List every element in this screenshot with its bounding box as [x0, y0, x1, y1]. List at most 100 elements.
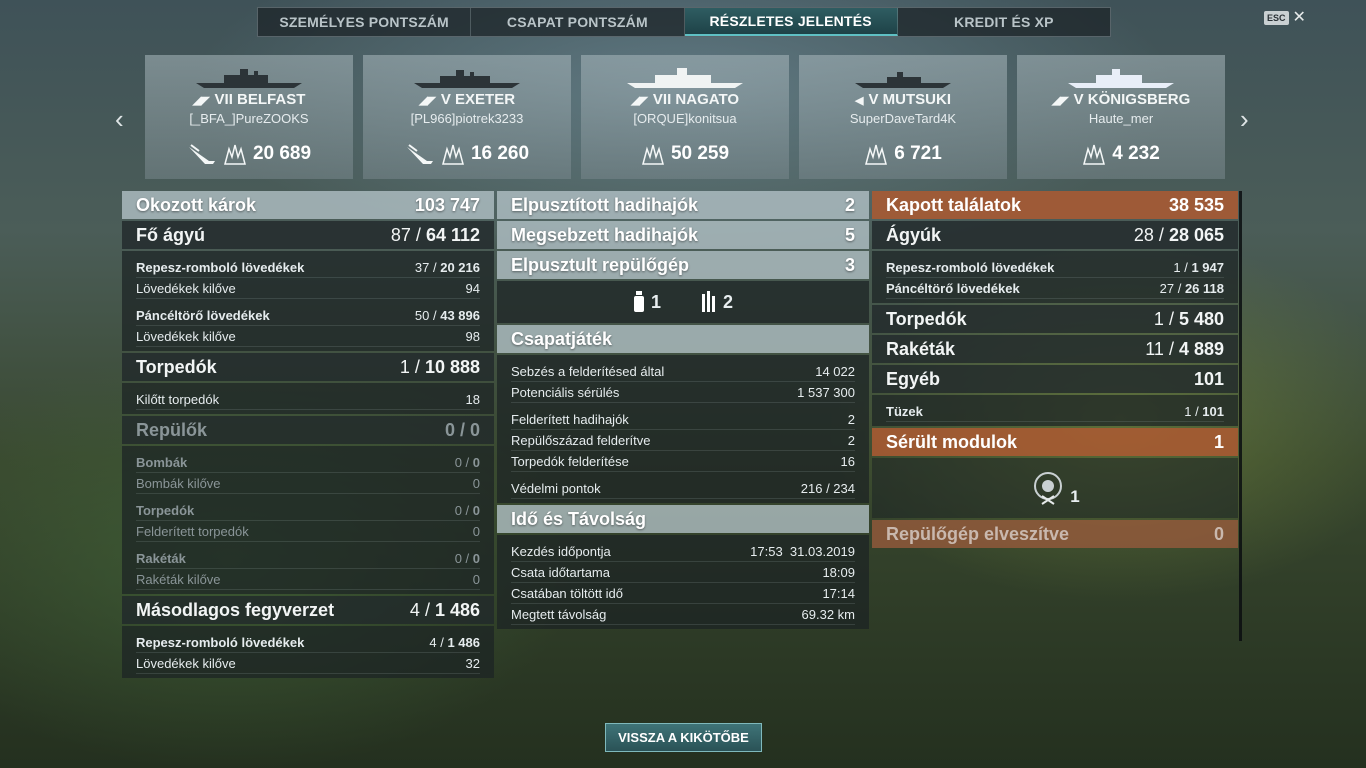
stat-row: Rakéták 0 / 0 — [136, 548, 480, 569]
other-received-header: Egyéb 101 — [872, 365, 1238, 393]
ships-destroyed-header: Elpusztított hadihajók 2 — [497, 191, 869, 219]
hits-received-header: Kapott találatok 38 535 — [872, 191, 1238, 219]
ship-name: ◢◤ VII BELFAST — [192, 91, 306, 108]
stat-row: Torpedók 0 / 0 — [136, 500, 480, 521]
tab-credits-xp[interactable]: KREDIT ÉS XP — [898, 8, 1110, 36]
damage-row: 20 689 — [145, 143, 353, 165]
ship-silhouette-icon — [581, 67, 789, 89]
destroyer-icon: ◀ — [855, 95, 864, 107]
steering-gear-icon — [1034, 472, 1063, 505]
back-to-port-button[interactable]: VISSZA A KIKÖTŐBE — [605, 723, 762, 752]
damaged-modules-header: Sérült modulok 1 — [872, 428, 1238, 456]
rockets-received-header: Rakéták 11 / 4 889 — [872, 335, 1238, 363]
player-card[interactable]: ◢◤ VII BELFAST [_BFA_]PureZOOKS 20 689 — [145, 55, 353, 179]
secondary-details: Repesz-romboló lövedékek 4 / 1 486 Lövedé… — [122, 626, 494, 678]
stat-row: Kilőtt torpedók 18 — [136, 389, 480, 410]
prev-arrow-icon[interactable]: ‹ — [115, 104, 124, 135]
guns-received-header: Ágyúk 28 / 28 065 — [872, 221, 1238, 249]
stat-row: Lövedékek kilőve 32 — [136, 653, 480, 674]
damage-received-panel: Kapott találatok 38 535 Ágyúk 28 / 28 065… — [872, 191, 1238, 550]
stat-row: Rakéták kilőve 0 — [136, 569, 480, 590]
planes-lost-header: Repülőgép elveszítve 0 — [872, 520, 1238, 548]
time-distance-details: Kezdés időpontja 17:53 31.03.2019 Csata i… — [497, 535, 869, 629]
damage-caused-header: Okozott károk 103 747 — [122, 191, 494, 219]
player-name: SuperDaveTard4K — [849, 111, 957, 126]
stat-row: Lövedékek kilőve 98 — [136, 326, 480, 347]
cruiser-icon: ◢◤ — [418, 95, 436, 107]
damage-icon — [1083, 144, 1106, 165]
scrollbar[interactable] — [1239, 191, 1242, 641]
damage-value: 50 259 — [670, 143, 730, 164]
stat-row: Páncéltörő lövedékek 27 / 26 118 — [886, 278, 1224, 299]
bomber-icon — [702, 291, 715, 312]
damage-row: 50 259 — [581, 143, 789, 165]
damage-value: 16 260 — [470, 143, 530, 164]
player-card[interactable]: ◢◤ VII NAGATO [ORQUE]konitsua 50 259 — [581, 55, 789, 179]
ship-name: ◢◤ V KÖNIGSBERG — [1051, 91, 1191, 108]
stat-row: Repesz-romboló lövedékek 4 / 1 486 — [136, 632, 480, 653]
player-name: [PL966]piotrek3233 — [410, 111, 524, 126]
player-name: Haute_mer — [1088, 111, 1154, 126]
close-control[interactable]: ESC ✕ — [1264, 10, 1306, 26]
tab-personal-score[interactable]: SZEMÉLYES PONTSZÁM — [258, 8, 472, 36]
teamplay-details: Sebzés a felderítésed által 14 022 Potenc… — [497, 355, 869, 503]
teamplay-header: Csapatjáték — [497, 325, 869, 353]
damage-icon — [865, 144, 888, 165]
player-card[interactable]: ◀ V MUTSUKI SuperDaveTard4K 6 721 — [799, 55, 1007, 179]
planes-destroyed-header: Elpusztult repülőgép 3 — [497, 251, 869, 279]
stat-row: Csata időtartama 18:09 — [511, 562, 855, 583]
stat-row: Bombák kilőve 0 — [136, 473, 480, 494]
stat-row: Potenciális sérülés 1 537 300 — [511, 382, 855, 403]
ship-silhouette-icon — [799, 67, 1007, 89]
secondary-header: Másodlagos fegyverzet 4 / 1 486 — [122, 596, 494, 624]
time-distance-header: Idő és Távolság — [497, 505, 869, 533]
close-icon[interactable]: ✕ — [1293, 10, 1306, 26]
damage-row: 4 232 — [1017, 143, 1225, 165]
damage-row: 6 721 — [799, 143, 1007, 165]
damage-icon — [223, 144, 246, 165]
stat-row: Páncéltörő lövedékek 50 / 43 896 — [136, 305, 480, 326]
tab-detailed-report[interactable]: RÉSZLETES JELENTÉS — [684, 8, 898, 36]
player-card[interactable]: ◢◤ V KÖNIGSBERG Haute_mer 4 232 — [1017, 55, 1225, 179]
next-arrow-icon[interactable]: › — [1240, 104, 1249, 135]
module-count: 1 — [1070, 487, 1080, 506]
torpedoes-details: Kilőtt torpedók 18 — [122, 383, 494, 414]
ship-silhouette-icon — [145, 67, 353, 89]
results-panel: Elpusztított hadihajók 2 Megsebzett hadih… — [497, 191, 869, 631]
fighter-icon — [633, 291, 644, 312]
ship-name: ◢◤ VII NAGATO — [630, 91, 740, 108]
stat-row: Felderített hadihajók 2 — [511, 409, 855, 430]
stat-row: Bombák 0 / 0 — [136, 452, 480, 473]
sunk-ship-icon — [406, 144, 433, 164]
stat-row: Kezdés időpontja 17:53 31.03.2019 — [511, 541, 855, 562]
guns-received-details: Repesz-romboló lövedékek 1 / 1 947 Páncél… — [872, 251, 1238, 303]
damage-dealt-panel: Okozott károk 103 747 Fő ágyú 87 / 64 112… — [122, 191, 494, 680]
damage-value: 4 232 — [1112, 143, 1160, 164]
tab-team-score[interactable]: CSAPAT PONTSZÁM — [471, 8, 685, 36]
damage-icon — [641, 144, 664, 165]
esc-key-badge: ESC — [1264, 11, 1289, 25]
damaged-modules-area: 1 — [872, 458, 1238, 518]
ship-name: ◀ V MUTSUKI — [855, 91, 951, 108]
stat-row: Tüzek 1 / 101 — [886, 401, 1224, 422]
aircraft-header: Repülők 0 / 0 — [122, 416, 494, 444]
stat-row: Repesz-romboló lövedékek 1 / 1 947 — [886, 257, 1224, 278]
other-received-details: Tüzek 1 / 101 — [872, 395, 1238, 426]
stat-row: Repesz-romboló lövedékek 37 / 20 216 — [136, 257, 480, 278]
stat-row: Megtett távolság 69.32 km — [511, 604, 855, 625]
plane-type-counts: 1 2 — [497, 281, 869, 323]
torpedoes-header: Torpedók 1 / 10 888 — [122, 353, 494, 381]
stat-row: Védelmi pontok 216 / 234 — [511, 478, 855, 499]
ship-name: ◢◤ V EXETER — [418, 91, 516, 108]
stat-row: Sebzés a felderítésed által 14 022 — [511, 361, 855, 382]
ship-silhouette-icon — [1017, 67, 1225, 89]
main-battery-details: Repesz-romboló lövedékek 37 / 20 216 Löve… — [122, 251, 494, 351]
player-card[interactable]: ◢◤ V EXETER [PL966]piotrek3233 16 260 — [363, 55, 571, 179]
damage-value: 6 721 — [894, 143, 942, 164]
stat-row: Csatában töltött idő 17:14 — [511, 583, 855, 604]
stat-row: Felderített torpedók 0 — [136, 521, 480, 542]
stat-row: Lövedékek kilőve 94 — [136, 278, 480, 299]
stat-row: Torpedók felderítése 16 — [511, 451, 855, 472]
player-name: [ORQUE]konitsua — [633, 111, 737, 126]
ship-silhouette-icon — [363, 67, 571, 89]
